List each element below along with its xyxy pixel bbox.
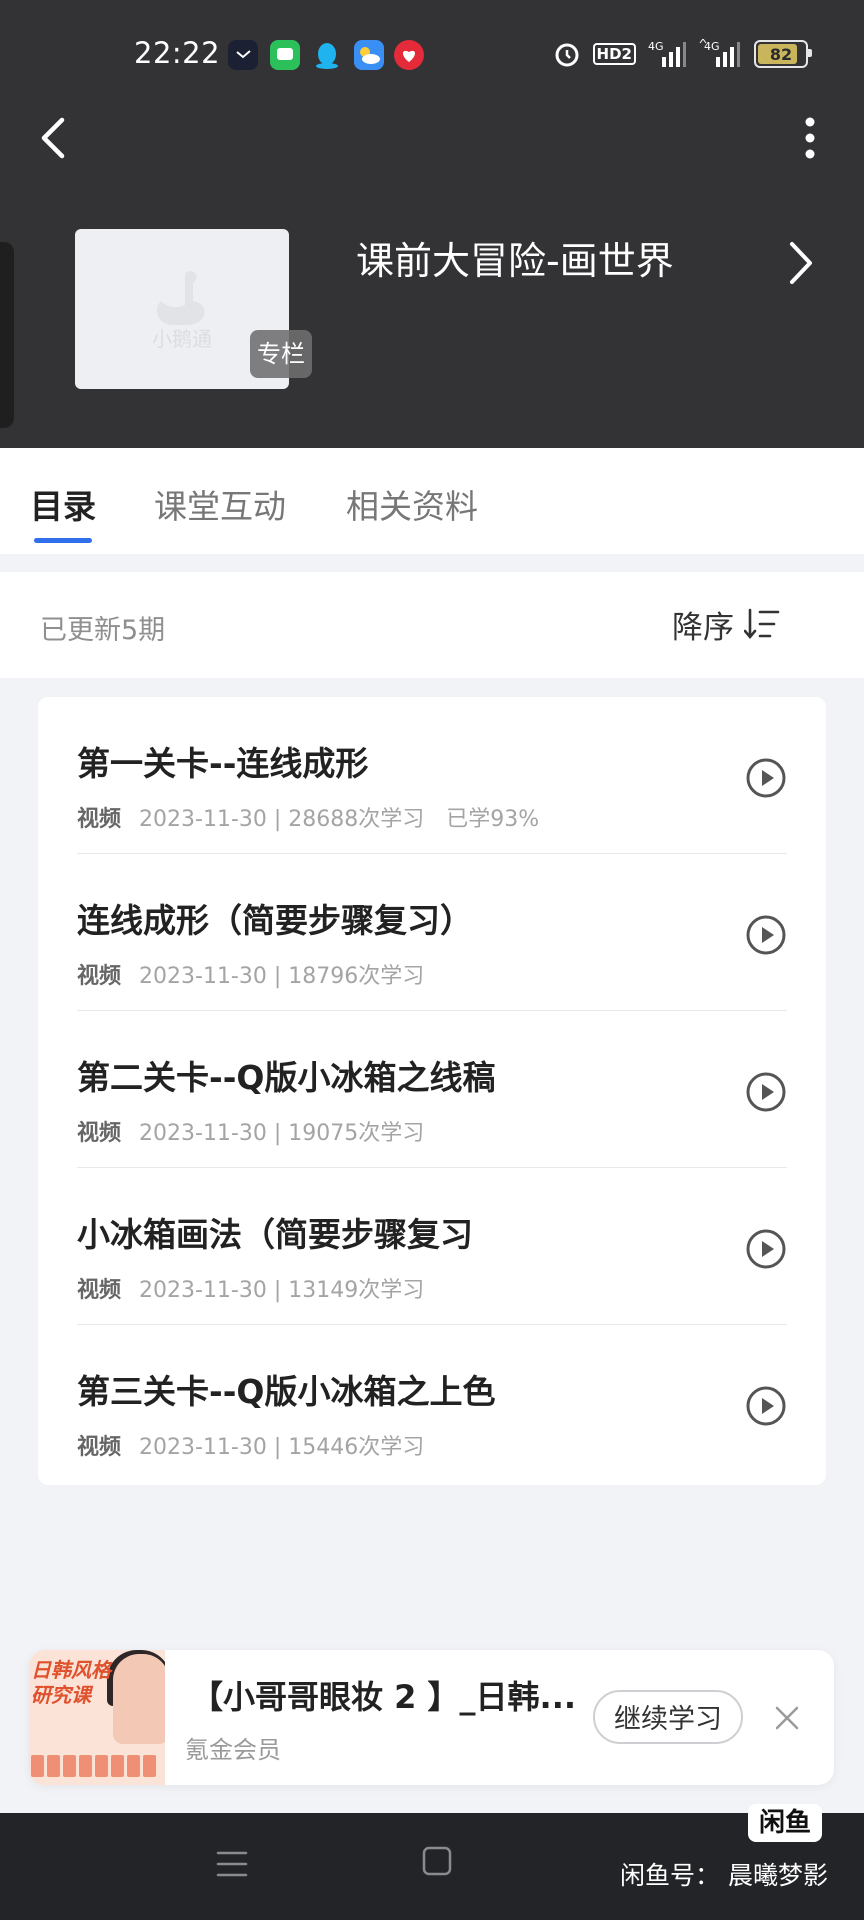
sort-label: 降序 xyxy=(672,609,734,646)
hd-badge: HD2 xyxy=(592,43,636,65)
side-edge-card xyxy=(0,242,14,428)
mini-player-bar[interactable]: 日韩风格 研究课 【小哥哥眼妆 2 】_日韩... 氪金会员 继续学习 xyxy=(29,1650,834,1785)
lesson-meta: 2023-11-30 | 28688次学习 xyxy=(139,807,425,832)
lesson-item[interactable]: 连线成形（简要步骤复习） 视频 2023-11-30 | 18796次学习 xyxy=(77,854,787,1011)
lesson-meta-row: 视频 2023-11-30 | 13149次学习 xyxy=(77,1272,424,1304)
play-circle-icon[interactable] xyxy=(745,1071,787,1113)
weather-app-icon xyxy=(354,40,384,70)
xianyu-watermark: 闲鱼号： 晨曦梦影 xyxy=(620,1861,828,1890)
thumb-face xyxy=(113,1654,165,1744)
lesson-progress: 已学93% xyxy=(446,807,540,832)
sort-button[interactable]: 降序 xyxy=(672,602,780,646)
signal-icon: 4G xyxy=(648,40,686,67)
close-icon[interactable] xyxy=(773,1704,801,1732)
alarm-icon xyxy=(555,43,579,67)
play-circle-icon[interactable] xyxy=(745,914,787,956)
xianyu-logo: 闲鱼 xyxy=(748,1804,822,1842)
back-arrow-icon[interactable] xyxy=(34,114,74,162)
lesson-item[interactable]: 第一关卡--连线成形 视频 2023-11-30 | 28688次学习 已学93% xyxy=(77,697,787,854)
course-header: 22:22 HD2 4G 4G 82 小鹅通 专栏 课前大冒险-画世界 xyxy=(0,0,864,448)
thumb-text-1: 日韩风格 xyxy=(31,1658,111,1682)
lesson-meta-row: 视频 2023-11-30 | 18796次学习 xyxy=(77,958,424,990)
signal-icon-2: 4G xyxy=(699,39,740,67)
update-count: 已更新5期 xyxy=(40,615,166,646)
lesson-meta: 2023-11-30 | 19075次学习 xyxy=(139,1121,425,1146)
lesson-item[interactable]: 第三关卡--Q版小冰箱之上色 视频 2023-11-30 | 15446次学习 xyxy=(77,1325,787,1482)
lesson-type: 视频 xyxy=(77,1278,122,1303)
status-time: 22:22 xyxy=(134,36,221,70)
lesson-type: 视频 xyxy=(77,1121,122,1146)
chevron-right-icon[interactable] xyxy=(786,238,816,288)
lesson-type: 视频 xyxy=(77,964,122,989)
qq-app-icon xyxy=(312,40,342,70)
messages-app-icon xyxy=(270,40,300,70)
battery-level: 82 xyxy=(769,44,793,64)
tab-bar: 目录 课堂互动 相关资料 xyxy=(0,448,864,554)
clock-app-icon xyxy=(228,40,258,70)
lesson-meta: 2023-11-30 | 15446次学习 xyxy=(139,1435,425,1460)
lesson-title: 第一关卡--连线成形 xyxy=(77,744,369,783)
mini-player-thumbnail[interactable]: 日韩风格 研究课 xyxy=(29,1650,165,1785)
lesson-title: 第三关卡--Q版小冰箱之上色 xyxy=(77,1372,496,1411)
menu-icon[interactable] xyxy=(216,1849,248,1879)
thumb-title: 日韩风格 研究课 xyxy=(31,1658,111,1708)
continue-learning-button[interactable]: 继续学习 xyxy=(593,1690,743,1744)
tab-interaction[interactable]: 课堂互动 xyxy=(154,480,286,528)
lesson-meta: 2023-11-30 | 18796次学习 xyxy=(139,964,425,989)
mini-player-title: 【小哥哥眼妆 2 】_日韩... xyxy=(191,1678,577,1716)
play-circle-icon[interactable] xyxy=(745,757,787,799)
lesson-meta-row: 视频 2023-11-30 | 28688次学习 已学93% xyxy=(77,801,539,833)
lesson-title: 小冰箱画法（简要步骤复习 xyxy=(77,1215,473,1254)
lesson-title: 第二关卡--Q版小冰箱之线稿 xyxy=(77,1058,496,1097)
lesson-type: 视频 xyxy=(77,807,122,832)
lesson-meta-row: 视频 2023-11-30 | 15446次学习 xyxy=(77,1429,424,1461)
thumb-text-2: 研究课 xyxy=(31,1683,91,1707)
mini-player-subtitle: 氪金会员 xyxy=(185,1736,281,1764)
play-circle-icon[interactable] xyxy=(745,1228,787,1270)
thumb-episode-strip xyxy=(29,1755,165,1777)
lesson-item[interactable]: 第二关卡--Q版小冰箱之线稿 视频 2023-11-30 | 19075次学习 xyxy=(77,1011,787,1168)
battery-indicator: 82 xyxy=(754,40,812,68)
tab-materials[interactable]: 相关资料 xyxy=(346,480,478,528)
lesson-item[interactable]: 小冰箱画法（简要步骤复习 视频 2023-11-30 | 13149次学习 xyxy=(77,1168,787,1325)
tab-catalog[interactable]: 目录 xyxy=(30,480,96,528)
home-icon[interactable] xyxy=(422,1845,452,1877)
active-tab-indicator xyxy=(34,538,92,543)
column-tag: 专栏 xyxy=(250,330,312,378)
svg-text:4G: 4G xyxy=(648,40,664,53)
sort-bar: 已更新5期 降序 xyxy=(0,572,864,678)
lesson-title: 连线成形（简要步骤复习） xyxy=(77,901,473,940)
sort-descending-icon xyxy=(744,608,780,640)
status-icons: HD2 4G 4G 82 xyxy=(553,36,812,72)
lesson-list: 第一关卡--连线成形 视频 2023-11-30 | 28688次学习 已学93% … xyxy=(38,697,826,1485)
lesson-type: 视频 xyxy=(77,1435,122,1460)
course-title[interactable]: 课前大冒险-画世界 xyxy=(356,230,674,285)
more-menu-icon[interactable] xyxy=(802,114,818,162)
lesson-meta-row: 视频 2023-11-30 | 19075次学习 xyxy=(77,1115,424,1147)
play-circle-icon[interactable] xyxy=(745,1385,787,1427)
shop-app-icon xyxy=(394,40,424,70)
lesson-meta: 2023-11-30 | 13149次学习 xyxy=(139,1278,425,1303)
svg-text:4G: 4G xyxy=(704,40,720,53)
